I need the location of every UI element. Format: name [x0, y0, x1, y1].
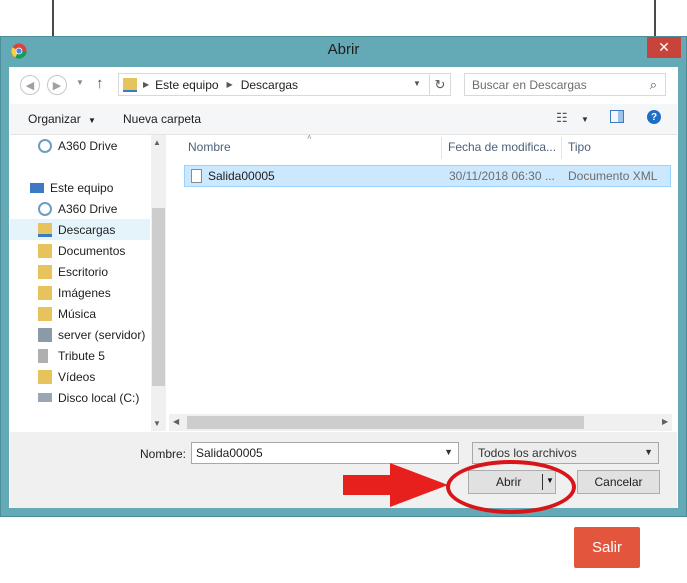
nav-item-a360-drive-2[interactable]: A360 Drive — [38, 198, 117, 219]
device-icon — [38, 348, 48, 363]
nav-item-tribute-5[interactable]: Tribute 5 — [38, 345, 105, 366]
nav-item-label: Vídeos — [58, 369, 96, 384]
nav-item-label: Imágenes — [58, 285, 111, 300]
chevron-down-icon: ▼ — [644, 447, 653, 457]
annotation-arrow-head — [390, 463, 448, 507]
column-header-name[interactable]: Nombre — [188, 140, 231, 154]
breadcrumb-separator-icon: ▶ — [143, 80, 150, 89]
chevron-down-icon: ▼ — [581, 115, 589, 124]
refresh-icon: ↻ — [434, 76, 446, 92]
scroll-up-icon[interactable]: ▲ — [153, 138, 161, 147]
dialog-title: Abrir — [327, 41, 360, 58]
back-button[interactable]: ◀ — [20, 75, 40, 95]
exit-button[interactable]: Salir — [574, 527, 640, 568]
nav-item-disco-local[interactable]: Disco local (C:) — [38, 387, 139, 408]
help-button[interactable]: ? — [647, 110, 661, 124]
file-date: 30/11/2018 06:30 ... — [449, 169, 555, 183]
column-header-type[interactable]: Tipo — [568, 140, 591, 154]
arrow-up-icon: ↑ — [96, 75, 104, 92]
arrow-left-icon: ◀ — [25, 79, 35, 92]
address-bar[interactable]: ▶ Este equipo ▶ Descargas ▼ — [118, 73, 451, 96]
local-disk-icon — [38, 393, 52, 402]
nav-scrollbar-thumb[interactable] — [152, 208, 165, 386]
filename-value: Salida00005 — [196, 446, 263, 460]
nav-item-label: Descargas — [58, 222, 116, 237]
cloud-drive-icon — [38, 201, 52, 216]
cancel-button[interactable]: Cancelar — [577, 470, 660, 494]
documents-folder-icon — [38, 243, 52, 258]
column-header-date[interactable]: Fecha de modifica... — [448, 140, 556, 154]
nav-item-label: Disco local (C:) — [58, 390, 140, 405]
xml-file-icon — [191, 169, 202, 183]
breadcrumb-separator-icon: ▶ — [226, 80, 233, 89]
arrow-right-icon: ▶ — [52, 79, 62, 92]
search-icon: ⌕ — [649, 77, 657, 92]
chevron-down-icon: ▼ — [76, 78, 84, 87]
nav-item-label: A360 Drive — [58, 138, 118, 153]
file-type-value: Todos los archivos — [478, 446, 577, 460]
organize-menu[interactable]: Organizar ▼ — [28, 112, 96, 126]
nav-item-label: Este equipo — [50, 180, 114, 195]
column-divider — [561, 137, 562, 159]
file-name: Salida00005 — [208, 169, 275, 183]
filename-input[interactable]: Salida00005 ▼ — [191, 442, 459, 464]
nav-item-escritorio[interactable]: Escritorio — [38, 261, 108, 282]
nav-item-label: Música — [58, 306, 97, 321]
chevron-down-icon[interactable]: ▼ — [444, 447, 453, 457]
nav-item-este-equipo[interactable]: Este equipo — [30, 177, 113, 198]
nav-item-server[interactable]: server (servidor) — [38, 324, 145, 345]
nav-item-imagenes[interactable]: Imágenes — [38, 282, 111, 303]
up-button[interactable]: ↑ — [96, 75, 104, 92]
cloud-drive-icon — [38, 138, 52, 153]
nav-item-label: Tribute 5 — [58, 348, 105, 363]
annotation-circle — [446, 460, 576, 514]
close-button[interactable]: ✕ — [647, 37, 681, 58]
refresh-button[interactable]: ↻ — [429, 73, 451, 96]
organize-label: Organizar — [28, 112, 81, 126]
scroll-left-icon[interactable]: ◀ — [173, 417, 179, 426]
pictures-folder-icon — [38, 285, 52, 300]
folder-download-icon — [123, 77, 137, 92]
nav-item-documentos[interactable]: Documentos — [38, 240, 125, 261]
nav-item-label: server (servidor) — [58, 327, 146, 342]
computer-icon — [30, 182, 44, 193]
breadcrumb-este-equipo[interactable]: Este equipo — [155, 78, 218, 92]
nav-item-label: Escritorio — [58, 264, 109, 279]
details-view-icon: ☷ — [556, 110, 568, 125]
nav-item-videos[interactable]: Vídeos — [38, 366, 95, 387]
new-folder-button[interactable]: Nueva carpeta — [123, 112, 201, 126]
breadcrumb-descargas[interactable]: Descargas — [241, 78, 298, 92]
desktop-folder-icon — [38, 264, 52, 279]
filename-label: Nombre: — [140, 447, 187, 461]
preview-pane-button[interactable] — [610, 110, 624, 123]
file-type: Documento XML — [568, 169, 658, 183]
videos-folder-icon — [38, 369, 52, 384]
nav-item-label: Documentos — [58, 243, 126, 258]
chevron-down-icon: ▼ — [88, 116, 96, 125]
view-options-button[interactable]: ☷ ▼ — [556, 110, 589, 126]
background-app-header — [54, 0, 654, 36]
help-icon: ? — [650, 111, 658, 123]
column-divider — [441, 137, 442, 159]
search-placeholder: Buscar en Descargas — [472, 77, 587, 92]
downloads-folder-icon — [38, 222, 52, 237]
network-drive-icon — [38, 327, 52, 342]
file-list-scrollbar-thumb[interactable] — [187, 416, 584, 429]
nav-item-label: A360 Drive — [58, 201, 118, 216]
address-dropdown-button[interactable]: ▼ — [413, 79, 421, 88]
sort-ascending-icon: ˄ — [307, 133, 312, 142]
search-input[interactable]: Buscar en Descargas ⌕ — [464, 73, 666, 96]
music-folder-icon — [38, 306, 52, 321]
scroll-right-icon[interactable]: ▶ — [662, 417, 668, 426]
nav-item-a360-drive[interactable]: A360 Drive — [38, 135, 117, 156]
forward-button[interactable]: ▶ — [47, 75, 67, 95]
recent-locations-button[interactable]: ▼ — [76, 78, 84, 87]
nav-item-descargas[interactable]: Descargas — [10, 219, 150, 240]
file-row[interactable]: Salida00005 30/11/2018 06:30 ... Documen… — [184, 165, 671, 187]
navigation-pane: A360 Drive Este equipo A360 Drive Descar… — [10, 135, 166, 431]
scroll-down-icon[interactable]: ▼ — [153, 419, 161, 428]
nav-item-musica[interactable]: Música — [38, 303, 96, 324]
preview-pane-icon — [618, 111, 623, 122]
